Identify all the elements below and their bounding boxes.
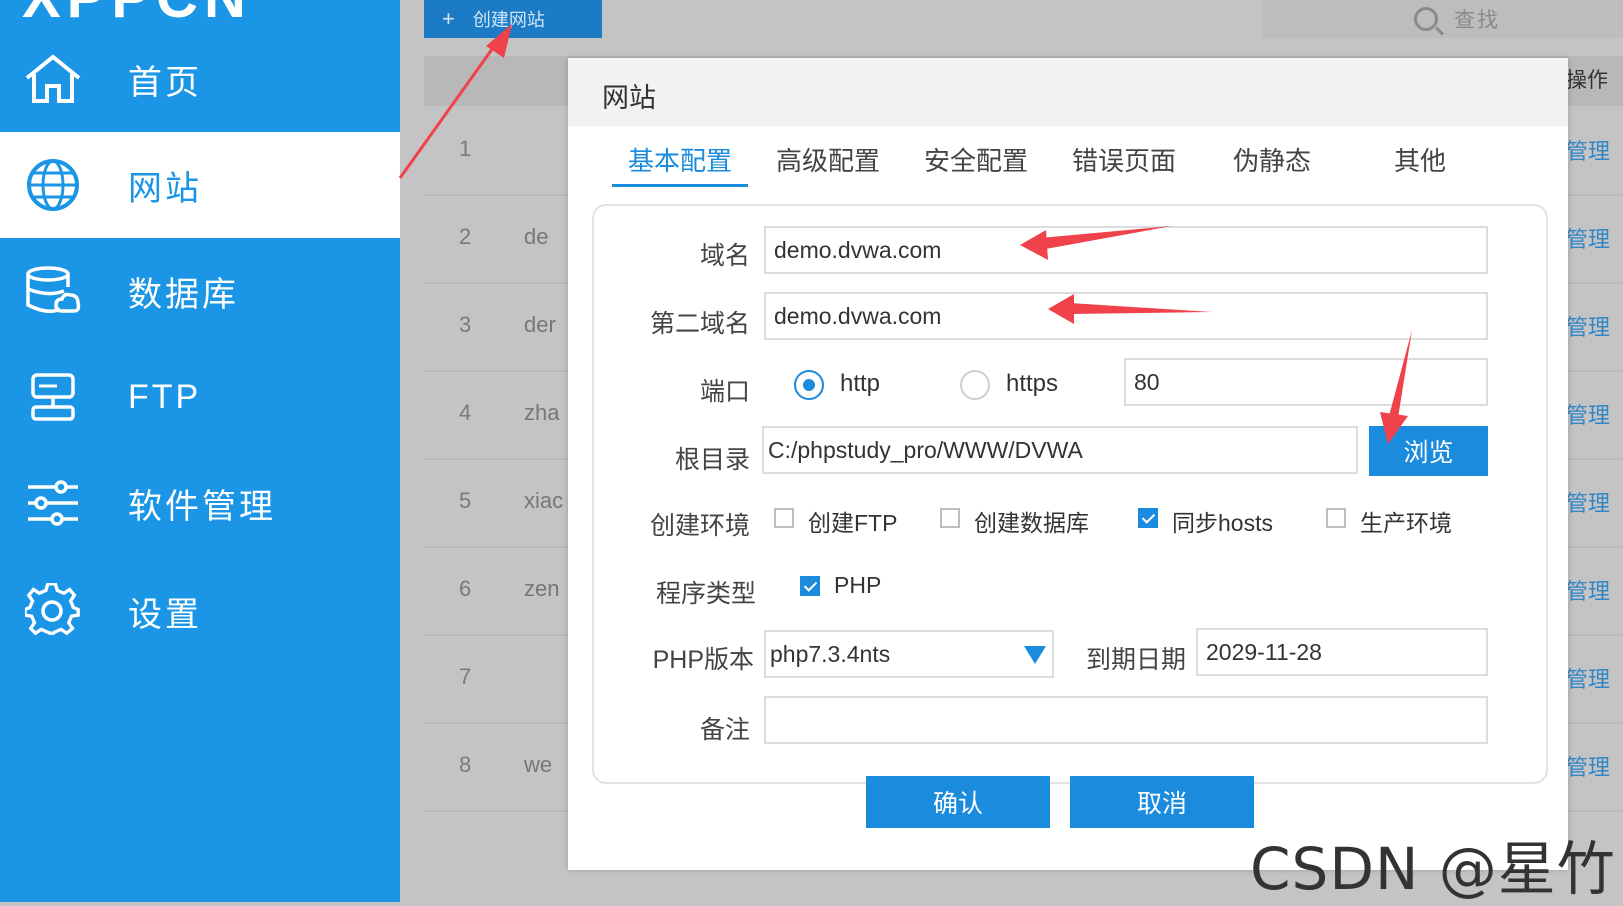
domain-label: 域名	[699, 242, 750, 270]
plus-icon: +	[442, 6, 455, 31]
row-number: 8	[459, 752, 472, 777]
create-ftp-label: 创建FTP	[808, 510, 898, 536]
second-domain-label: 第二域名	[649, 310, 750, 338]
create-website-dialog: 网站 基本配置 高级配置 安全配置 错误页面 伪静态 其他 域名 demo.dv…	[568, 58, 1568, 870]
https-radio[interactable]	[960, 370, 990, 400]
sidebar-item-settings[interactable]: 设置	[0, 558, 400, 664]
sidebar-item-label: 网站	[128, 169, 202, 208]
manage-link[interactable]: 管理	[1566, 310, 1610, 342]
row-number: 3	[459, 312, 472, 337]
database-icon	[22, 260, 84, 322]
tab-basic-config[interactable]: 基本配置	[612, 134, 748, 187]
site-name: xiac	[524, 488, 564, 513]
sidebar-item-database[interactable]: 数据库	[0, 238, 400, 344]
root-dir-label: 根目录	[674, 446, 750, 474]
sidebar-item-software[interactable]: 软件管理	[0, 450, 400, 556]
php-checkbox[interactable]	[800, 576, 820, 596]
gear-icon	[22, 580, 84, 642]
sidebar-item-label: 首页	[128, 63, 202, 102]
sidebar-item-website[interactable]: 网站	[0, 132, 400, 238]
sidebar-item-label: FTP	[128, 377, 202, 416]
home-icon	[22, 48, 84, 110]
row-number: 4	[459, 400, 472, 425]
row-number: 1	[459, 136, 472, 161]
sliders-icon	[22, 472, 84, 534]
php-label: PHP	[834, 572, 882, 598]
expire-date-input[interactable]: 2029-11-28	[1196, 628, 1488, 676]
second-domain-input[interactable]: demo.dvwa.com	[764, 292, 1488, 340]
sidebar-item-label: 数据库	[128, 275, 239, 314]
domain-input[interactable]: demo.dvwa.com	[764, 226, 1488, 274]
create-site-label: 创建网站	[472, 10, 545, 30]
dialog-title: 网站	[602, 83, 656, 113]
root-dir-input[interactable]: C:/phpstudy_pro/WWW/DVWA	[762, 426, 1358, 474]
dialog-tabs: 基本配置 高级配置 安全配置 错误页面 伪静态 其他	[612, 126, 1623, 187]
manage-link[interactable]: 管理	[1566, 574, 1610, 606]
tab-other[interactable]: 其他	[1352, 134, 1488, 184]
site-name: zha	[524, 400, 560, 425]
http-label: http	[840, 370, 881, 397]
note-input[interactable]	[764, 696, 1488, 744]
sidebar-item-home[interactable]: 首页	[0, 26, 400, 132]
row-number: 6	[459, 576, 472, 601]
tab-security-config[interactable]: 安全配置	[908, 134, 1044, 184]
sidebar-item-label: 软件管理	[128, 487, 276, 526]
search-placeholder: 查找	[1454, 9, 1500, 32]
manage-link[interactable]: 管理	[1566, 750, 1610, 782]
create-database-label: 创建数据库	[974, 510, 1089, 536]
watermark: CSDN @星竹	[1250, 835, 1616, 903]
note-label: 备注	[699, 716, 750, 744]
basic-config-form: 域名 demo.dvwa.com 第二域名 demo.dvwa.com 端口 h…	[592, 204, 1548, 784]
tab-error-pages[interactable]: 错误页面	[1056, 134, 1192, 184]
site-name: der	[524, 312, 556, 337]
search-input[interactable]: 查找	[1262, 0, 1623, 38]
create-ftp-checkbox[interactable]	[774, 508, 794, 528]
site-name: we	[524, 752, 553, 777]
confirm-button[interactable]: 确认	[866, 776, 1050, 828]
manage-link[interactable]: 管理	[1566, 486, 1610, 518]
create-database-checkbox[interactable]	[940, 508, 960, 528]
browse-button[interactable]: 浏览	[1369, 426, 1488, 476]
port-input[interactable]: 80	[1124, 358, 1488, 406]
https-label: https	[1006, 370, 1059, 397]
production-env-checkbox[interactable]	[1326, 508, 1346, 528]
globe-icon	[22, 154, 84, 216]
http-radio[interactable]	[794, 370, 824, 400]
manage-link[interactable]: 管理	[1566, 398, 1610, 430]
tab-rewrite[interactable]: 伪静态	[1204, 134, 1340, 184]
production-env-label: 生产环境	[1360, 510, 1452, 536]
manage-link[interactable]: 管理	[1566, 662, 1610, 694]
sync-hosts-label: 同步hosts	[1172, 510, 1273, 536]
site-name: de	[524, 224, 549, 249]
row-number: 7	[459, 664, 472, 689]
cancel-button[interactable]: 取消	[1070, 776, 1254, 828]
manage-link[interactable]: 管理	[1566, 222, 1610, 254]
sync-hosts-checkbox[interactable]	[1138, 508, 1158, 528]
row-number: 2	[459, 224, 472, 249]
sidebar-item-ftp[interactable]: FTP	[0, 344, 400, 450]
column-header-action: 操作	[1566, 69, 1608, 92]
expire-date-label: 到期日期	[1085, 646, 1186, 674]
php-version-select[interactable]: php7.3.4nts	[764, 630, 1054, 678]
site-name: zen	[524, 576, 560, 601]
sidebar: XPPCN 首页 网站 数据库 FTP 软件管理 设置	[0, 0, 400, 902]
sidebar-item-label: 设置	[128, 595, 202, 634]
port-label: 端口	[699, 378, 750, 406]
program-type-label: 程序类型	[655, 580, 756, 608]
php-version-value: php7.3.4nts	[770, 640, 891, 667]
tab-advanced-config[interactable]: 高级配置	[760, 134, 896, 184]
chevron-down-icon	[1024, 646, 1046, 664]
dialog-header: 网站	[568, 58, 1568, 126]
create-env-label: 创建环境	[649, 512, 750, 540]
ftp-server-icon	[22, 366, 84, 428]
php-version-label: PHP版本	[652, 646, 754, 674]
search-icon	[1414, 7, 1438, 31]
row-number: 5	[459, 488, 472, 513]
create-site-button[interactable]: + 创建网站	[424, 0, 602, 38]
